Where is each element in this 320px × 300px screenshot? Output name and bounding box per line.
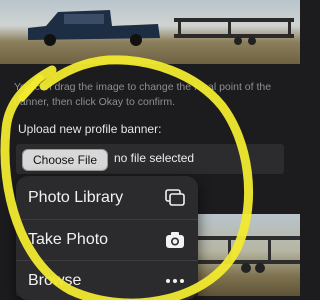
trailer-graphic: [174, 18, 294, 45]
menu-item-label: Photo Library: [28, 189, 124, 206]
trailer-preview-graphic: [198, 236, 300, 273]
banner-hint-text: You can drag the image to change the foc…: [14, 81, 272, 108]
menu-item-take-photo[interactable]: Take Photo: [16, 220, 198, 260]
choose-file-button[interactable]: Choose File: [22, 149, 108, 171]
menu-item-photo-library[interactable]: Photo Library: [16, 178, 198, 218]
upload-banner-label: Upload new profile banner:: [18, 122, 162, 136]
menu-item-browse[interactable]: Browse: [16, 261, 198, 300]
banner-image[interactable]: [0, 0, 300, 64]
file-source-menu: Photo Library Take Photo Browse: [16, 176, 198, 300]
banner-preview-image: [198, 214, 300, 296]
file-status-text: no file selected: [114, 151, 195, 165]
camera-icon: [166, 232, 184, 248]
menu-item-label: Browse: [28, 272, 82, 289]
more-icon: [166, 279, 184, 283]
menu-item-label: Take Photo: [28, 231, 109, 248]
truck-graphic: [28, 10, 160, 46]
photo-library-icon: [165, 189, 185, 206]
